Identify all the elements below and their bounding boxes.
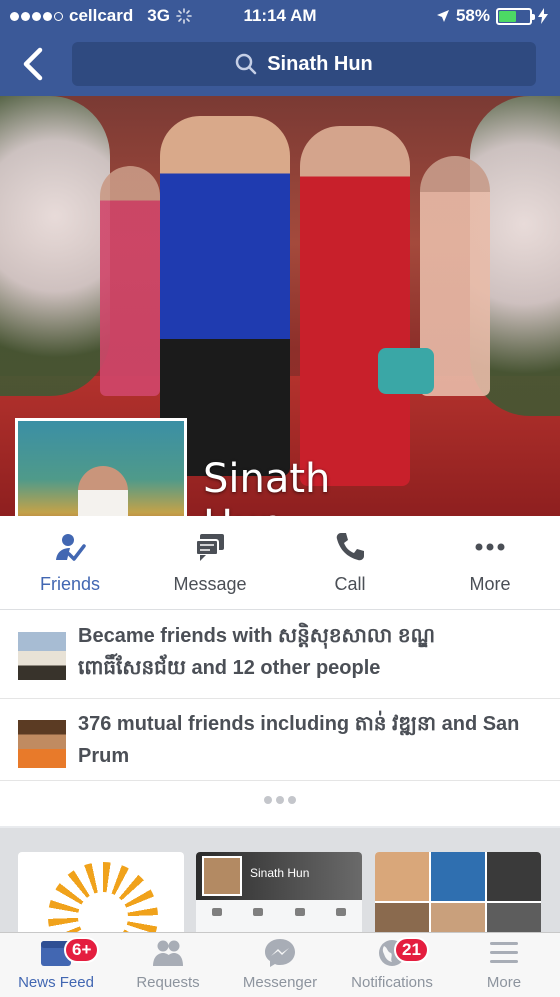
friends-check-icon bbox=[56, 534, 86, 561]
mini-action-icons bbox=[196, 908, 362, 916]
tab-label: Notifications bbox=[351, 974, 433, 991]
mutual-friend-thumbnail bbox=[18, 720, 66, 768]
tab-label: Messenger bbox=[242, 974, 318, 991]
tab-messenger[interactable]: Messenger bbox=[224, 933, 336, 997]
cover-person bbox=[100, 166, 160, 396]
message-button[interactable]: Message bbox=[140, 516, 280, 609]
photo-tile[interactable]: Sinath Hun bbox=[196, 852, 362, 932]
mini-profile-cover: Sinath Hun bbox=[196, 852, 362, 900]
mutual-friends-row[interactable]: 376 mutual friends including តាន់ វឌ្ឍនា… bbox=[0, 708, 560, 772]
profile-info-card: Became friends with សន្តិសុខសាលា ខណ្ឌពោធ… bbox=[0, 610, 560, 826]
became-friends-row[interactable]: Became friends with សន្តិសុខសាលា ខណ្ឌពោធ… bbox=[0, 620, 560, 684]
friends-thumbnail bbox=[18, 632, 66, 680]
notifications-badge: 21 bbox=[394, 937, 429, 963]
tab-label: More bbox=[486, 974, 522, 991]
more-dots-icon bbox=[475, 543, 505, 551]
messenger-icon bbox=[265, 939, 295, 967]
mini-profile-name: Sinath Hun bbox=[250, 866, 310, 880]
profile-name-first: Sinath bbox=[203, 456, 331, 502]
tab-label: News Feed bbox=[18, 974, 94, 991]
photo-tile[interactable] bbox=[18, 852, 184, 932]
battery-percent: 58% bbox=[455, 6, 490, 25]
sunburst-logo bbox=[48, 862, 158, 932]
friends-label: Friends bbox=[39, 574, 101, 594]
cover-handbag bbox=[378, 348, 434, 394]
photo-strip: Sinath Hun bbox=[0, 828, 560, 932]
search-bar[interactable]: Sinath Hun bbox=[72, 42, 536, 86]
tab-news-feed[interactable]: 6+ News Feed bbox=[0, 933, 112, 997]
message-label: Message bbox=[173, 574, 247, 594]
message-icon bbox=[195, 534, 224, 561]
requests-icon bbox=[153, 940, 183, 966]
cover-decoration-left bbox=[0, 96, 110, 396]
search-query: Sinath Hun bbox=[267, 52, 373, 75]
tab-requests[interactable]: Requests bbox=[112, 933, 224, 997]
call-label: Call bbox=[334, 574, 366, 594]
divider bbox=[0, 698, 560, 699]
cover-photo[interactable]: Sinath Hun bbox=[0, 96, 560, 516]
profile-picture[interactable] bbox=[15, 418, 187, 516]
news-feed-badge: 6+ bbox=[64, 937, 100, 963]
profile-name-last: Hun bbox=[203, 502, 330, 516]
profile-name: Sinath Hun bbox=[203, 456, 330, 516]
tab-more[interactable]: More bbox=[448, 933, 560, 997]
status-bar: cellcard 3G 11:14 AM 58% bbox=[0, 0, 560, 32]
profile-figure bbox=[78, 466, 128, 516]
back-button[interactable] bbox=[20, 46, 50, 82]
friends-button[interactable]: Friends bbox=[0, 516, 140, 609]
location-arrow-icon bbox=[436, 10, 449, 22]
more-button[interactable]: More bbox=[420, 516, 560, 609]
divider bbox=[0, 780, 560, 781]
mini-profile-picture bbox=[202, 856, 242, 896]
friends-photo-grid[interactable] bbox=[375, 852, 541, 932]
call-button[interactable]: Call bbox=[280, 516, 420, 609]
more-label: More bbox=[469, 574, 511, 594]
tab-notifications[interactable]: 21 Notifications bbox=[336, 933, 448, 997]
battery-icon bbox=[496, 7, 535, 25]
cover-person bbox=[300, 126, 410, 486]
profile-action-bar: Friends Message Call More bbox=[0, 516, 560, 610]
status-right: 58% bbox=[436, 6, 548, 26]
phone-icon bbox=[336, 533, 364, 561]
top-header: cellcard 3G 11:14 AM 58% Sinath Hun bbox=[0, 0, 560, 96]
charging-bolt-icon bbox=[538, 8, 548, 24]
see-more-dots-icon[interactable] bbox=[0, 796, 560, 804]
battery-fill bbox=[499, 10, 517, 22]
tab-label: Requests bbox=[136, 974, 200, 991]
search-icon bbox=[235, 53, 257, 75]
menu-icon bbox=[490, 942, 518, 963]
mutual-friends-text: 376 mutual friends including តាន់ វឌ្ឍនា… bbox=[78, 713, 520, 767]
back-chevron-icon bbox=[23, 47, 43, 81]
became-friends-text: Became friends with សន្តិសុខសាលា ខណ្ឌពោធ… bbox=[78, 625, 435, 679]
bottom-tab-bar: 6+ News Feed Requests Messenger 21 Notif… bbox=[0, 932, 560, 997]
